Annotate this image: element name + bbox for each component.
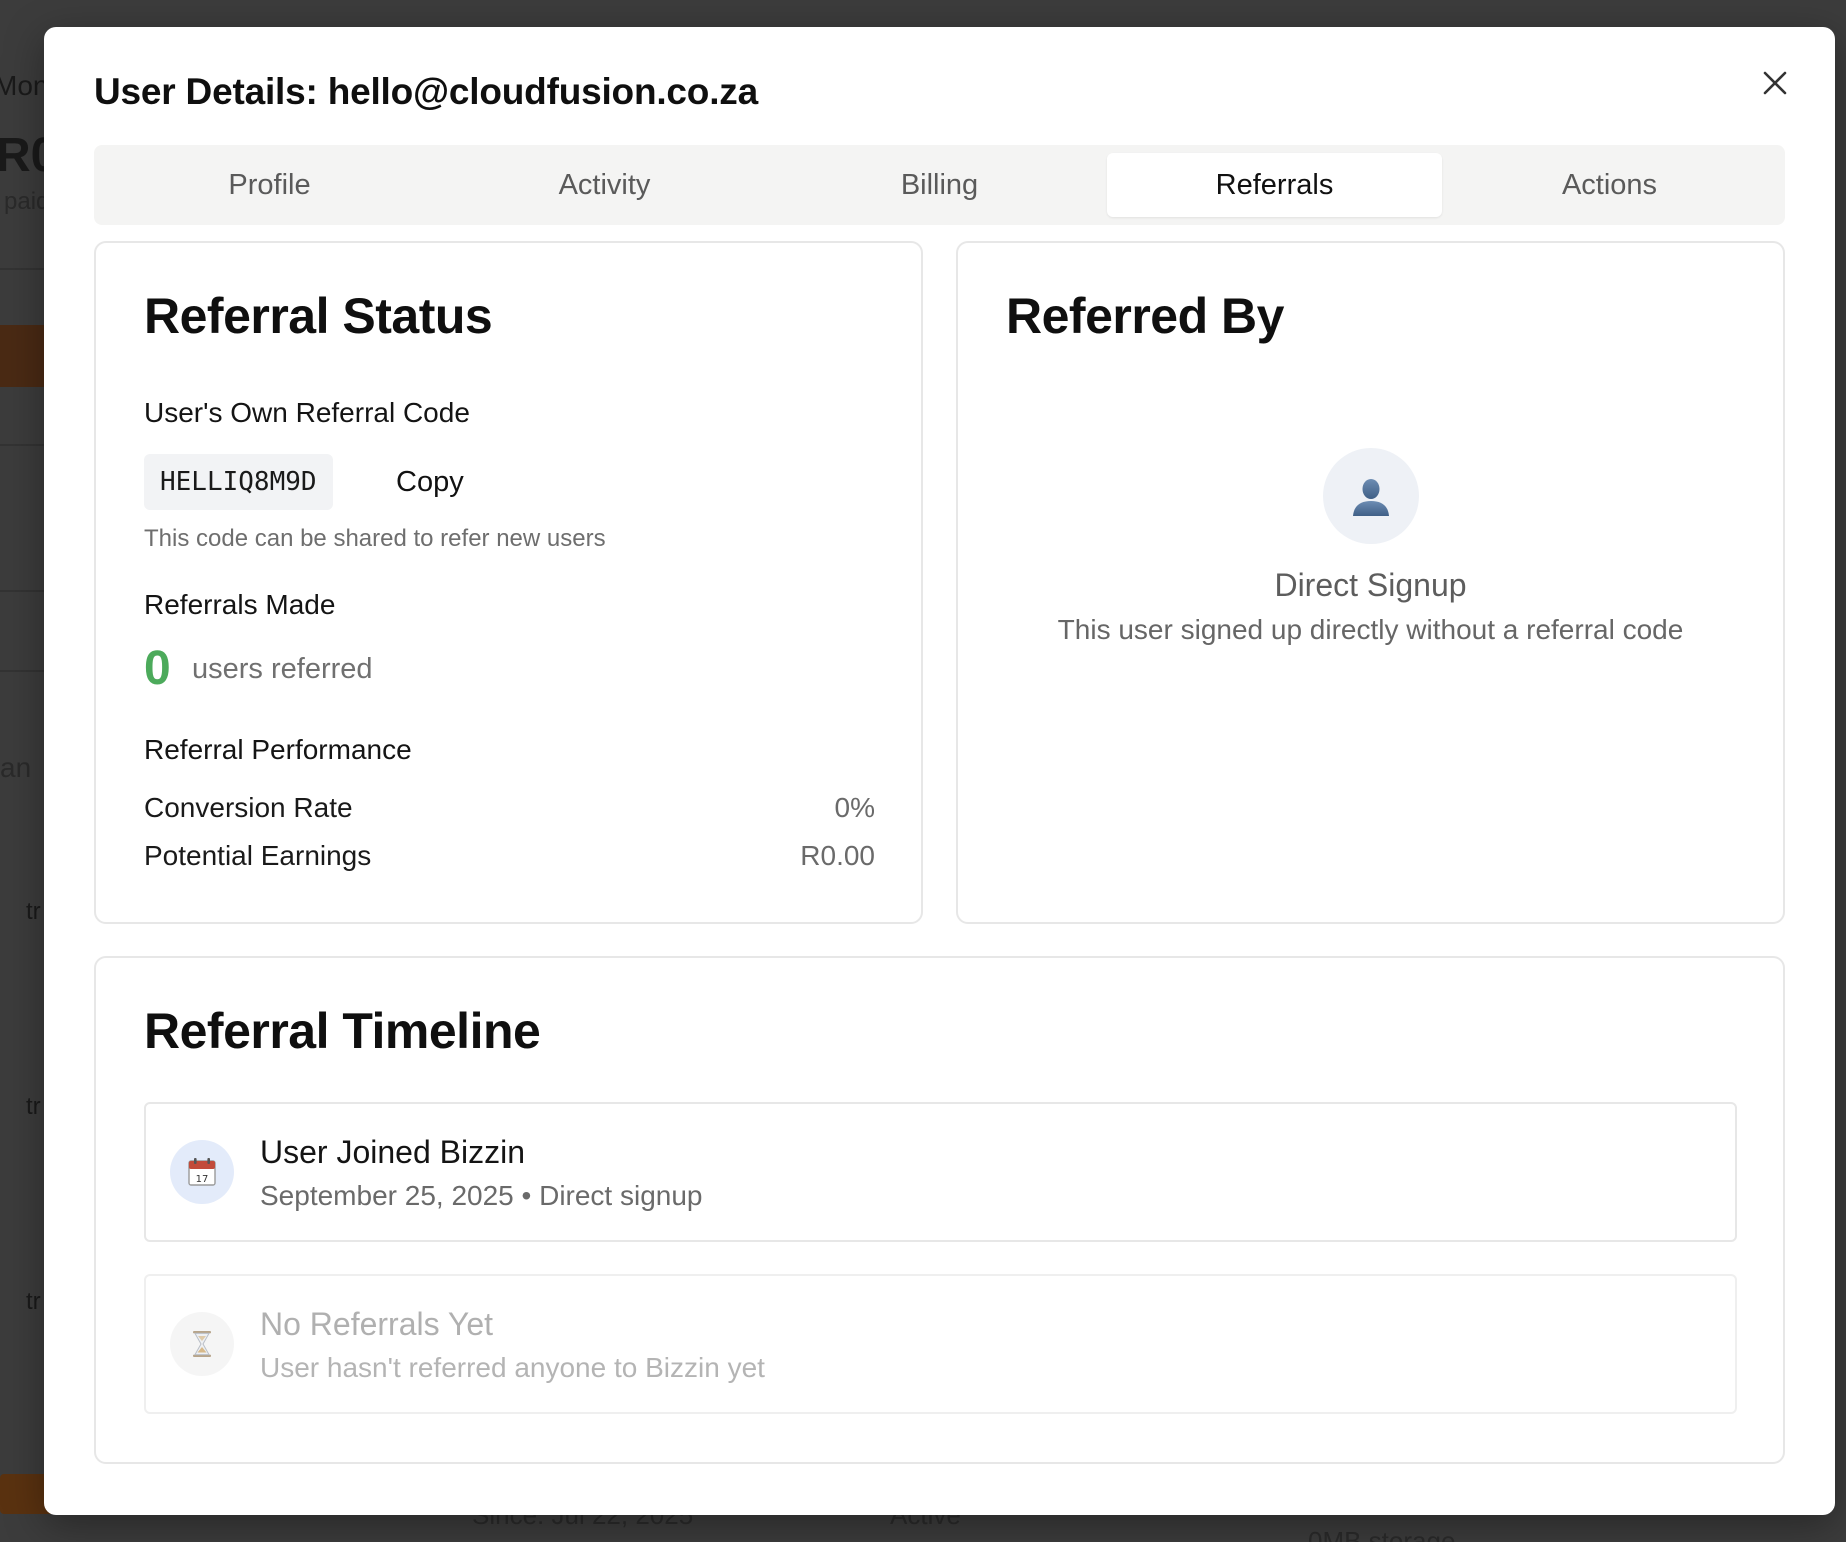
bg-text-fragment: tr [26,1093,41,1120]
referral-performance-label: Referral Performance [144,734,412,765]
metric-value: R0.00 [800,840,875,871]
tab-actions[interactable]: Actions [1442,153,1777,217]
referral-status-heading: Referral Status [144,288,493,344]
metric-row: Conversion Rate 0% [144,792,875,824]
referred-by-card: Referred By Direct Signup This user sign… [956,241,1785,924]
close-icon [1763,71,1787,95]
bg-text-fragment: tr [26,1288,41,1315]
referrals-count-label: users referred [192,653,373,685]
user-details-modal: User Details: hello@cloudfusion.co.za Pr… [44,27,1835,1515]
tab-bar: Profile Activity Billing Referrals Actio… [94,145,1785,225]
metric-label: Conversion Rate [144,792,353,823]
metric-label: Potential Earnings [144,840,372,871]
timeline-icon-wrap [170,1312,234,1376]
hourglass-icon [193,1331,211,1357]
referral-timeline-heading: Referral Timeline [144,1003,541,1059]
direct-signup-subtitle: This user signed up directly without a r… [1057,614,1684,645]
code-help-text: This code can be shared to refer new use… [144,525,606,552]
bg-text-fragment: paid [4,188,50,215]
timeline-item-subtitle: User hasn't referred anyone to Bizzin ye… [260,1352,765,1383]
copy-button[interactable]: Copy [380,454,480,510]
avatar [1323,448,1419,544]
bg-text-fragment: an [0,752,32,783]
tab-referrals[interactable]: Referrals [1107,153,1442,217]
metric-row: Potential Earnings R0.00 [144,840,875,872]
timeline-item-subtitle: September 25, 2025 • Direct signup [260,1180,703,1211]
referred-by-heading: Referred By [1006,288,1284,344]
referral-timeline-card: Referral Timeline 17 User Joined Bizzin … [94,956,1785,1464]
referral-code: HELLIQ8M9D [144,454,333,510]
bg-text-fragment: tr [26,898,41,925]
calendar-icon: 17 [188,1158,216,1186]
close-button[interactable] [1753,61,1797,105]
user-silhouette-icon [1353,479,1389,516]
svg-text:17: 17 [196,1174,209,1185]
tab-profile[interactable]: Profile [102,153,437,217]
referrals-count: 0 [144,642,171,695]
tab-billing[interactable]: Billing [772,153,1107,217]
bg-storage-text: 0MB storage [1308,1526,1456,1542]
direct-signup-title: Direct Signup [1274,567,1467,603]
modal-title: User Details: hello@cloudfusion.co.za [94,71,758,112]
timeline-item: No Referrals Yet User hasn't referred an… [144,1274,1737,1414]
timeline-item: 17 User Joined Bizzin September 25, 2025… [144,1102,1737,1242]
metric-value: 0% [834,792,875,823]
referrals-made-label: Referrals Made [144,589,336,620]
referral-status-card: Referral Status User's Own Referral Code… [94,241,923,924]
timeline-icon-wrap: 17 [170,1140,234,1204]
tab-activity[interactable]: Activity [437,153,772,217]
timeline-item-title: No Referrals Yet [260,1306,494,1342]
timeline-item-title: User Joined Bizzin [260,1134,525,1170]
own-code-label: User's Own Referral Code [144,397,470,428]
